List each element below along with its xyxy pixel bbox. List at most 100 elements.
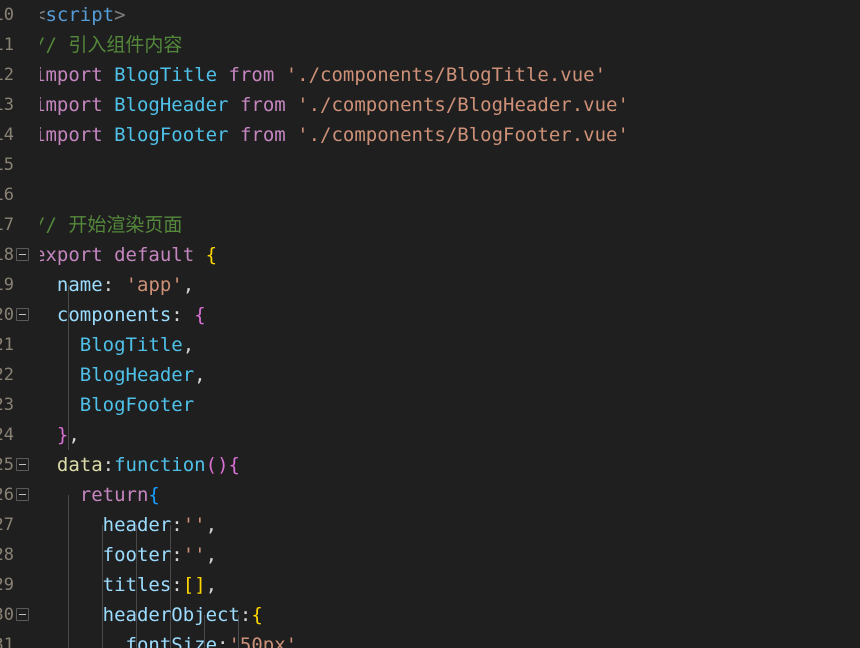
code-token: headerObject: [102, 604, 240, 626]
code-token: '50px': [228, 634, 298, 648]
gutter-row[interactable]: 18: [0, 240, 40, 270]
gutter-row[interactable]: 23: [0, 390, 40, 420]
code-token: import: [34, 64, 103, 86]
gutter-row[interactable]: 20: [0, 300, 40, 330]
code-token: BlogFooter: [79, 394, 195, 416]
code-token: from: [239, 124, 286, 146]
code-token: (: [205, 454, 218, 476]
line-number-gutter[interactable]: 10 11 12 13 14 15 16 17 18 19 20 21 22 23 24 25 26 27 28 29…: [0, 0, 40, 648]
fold-collapse-icon[interactable]: [16, 488, 29, 501]
gutter-row[interactable]: 19: [0, 270, 40, 300]
code-content[interactable]: <script>// 引入组件内容import BlogTitle from '…: [0, 0, 860, 648]
code-token: ,: [194, 364, 206, 386]
code-token: :: [171, 574, 183, 596]
line-number: 19: [0, 275, 14, 295]
gutter-row[interactable]: 12: [0, 60, 40, 90]
gutter-row[interactable]: 28: [0, 540, 40, 570]
line-number: 31: [0, 635, 14, 648]
gutter-row[interactable]: 30: [0, 600, 40, 630]
line-number: 20: [0, 305, 14, 325]
code-line[interactable]: import BlogTitle from './components/Blog…: [0, 60, 606, 90]
gutter-row[interactable]: 13: [0, 90, 40, 120]
fold-collapse-icon[interactable]: [16, 608, 29, 621]
gutter-row[interactable]: 16: [0, 180, 40, 210]
gutter-row[interactable]: 17: [0, 210, 40, 240]
gutter-row[interactable]: 29: [0, 570, 40, 600]
code-token: return: [79, 484, 149, 506]
fold-collapse-icon[interactable]: [16, 458, 29, 471]
gutter-row[interactable]: 27: [0, 510, 40, 540]
line-number: 12: [0, 65, 14, 85]
code-line[interactable]: import BlogFooter from './components/Blo…: [0, 120, 629, 150]
code-token: './components/BlogFooter.vue': [297, 124, 629, 146]
code-token: from: [228, 64, 275, 86]
code-token: :: [171, 544, 183, 566]
line-number: 25: [0, 455, 14, 475]
gutter-row[interactable]: 10: [0, 0, 40, 30]
code-token: {: [205, 244, 218, 266]
code-token: '': [182, 514, 206, 536]
gutter-row[interactable]: 21: [0, 330, 40, 360]
code-token: {: [251, 604, 263, 626]
gutter-row[interactable]: 22: [0, 360, 40, 390]
code-token: BlogTitle: [79, 334, 183, 356]
code-token: ): [217, 454, 229, 476]
code-token: footer: [102, 544, 172, 566]
code-token: BlogHeader: [114, 94, 229, 116]
code-token: BlogTitle: [114, 64, 218, 86]
line-number: 10: [0, 5, 14, 25]
line-number: 21: [0, 335, 14, 355]
gutter-row[interactable]: 25: [0, 450, 40, 480]
code-line-text: import BlogHeader from './components/Blo…: [0, 90, 629, 120]
code-token: }: [56, 424, 69, 446]
code-token: ,: [205, 514, 218, 536]
code-editor[interactable]: <script>// 引入组件内容import BlogTitle from '…: [0, 0, 860, 648]
line-number: 24: [0, 425, 14, 445]
code-token: :: [102, 454, 115, 476]
gutter-row[interactable]: 31: [0, 630, 40, 648]
code-token: import: [34, 94, 103, 116]
gutter-row[interactable]: 15: [0, 150, 40, 180]
code-token: ,: [205, 574, 218, 596]
code-token: ,: [68, 424, 80, 446]
code-line[interactable]: fontSize:'50px': [0, 630, 298, 648]
code-token: name: [56, 274, 103, 296]
gutter-row[interactable]: 14: [0, 120, 40, 150]
line-number: 16: [0, 185, 14, 205]
gutter-row[interactable]: 24: [0, 420, 40, 450]
code-token: import: [34, 124, 103, 146]
code-token: ,: [182, 334, 195, 356]
code-line[interactable]: import BlogHeader from './components/Blo…: [0, 90, 629, 120]
code-token: BlogHeader: [79, 364, 195, 386]
fold-collapse-icon[interactable]: [16, 248, 29, 261]
line-number: 17: [0, 215, 14, 235]
code-token: // 开始渲染页面: [34, 214, 183, 236]
code-token: titles: [102, 574, 172, 596]
code-token: components: [56, 304, 172, 326]
code-token: :: [171, 514, 183, 536]
code-token: function: [114, 454, 206, 476]
code-token: fontSize: [125, 634, 218, 648]
code-token: [: [182, 574, 195, 596]
gutter-row[interactable]: 26: [0, 480, 40, 510]
fold-collapse-icon[interactable]: [16, 308, 29, 321]
line-number: 29: [0, 575, 14, 595]
code-token: // 引入组件内容: [34, 34, 183, 56]
code-token: './components/BlogTitle.vue': [285, 64, 607, 86]
gutter-row[interactable]: 11: [0, 30, 40, 60]
